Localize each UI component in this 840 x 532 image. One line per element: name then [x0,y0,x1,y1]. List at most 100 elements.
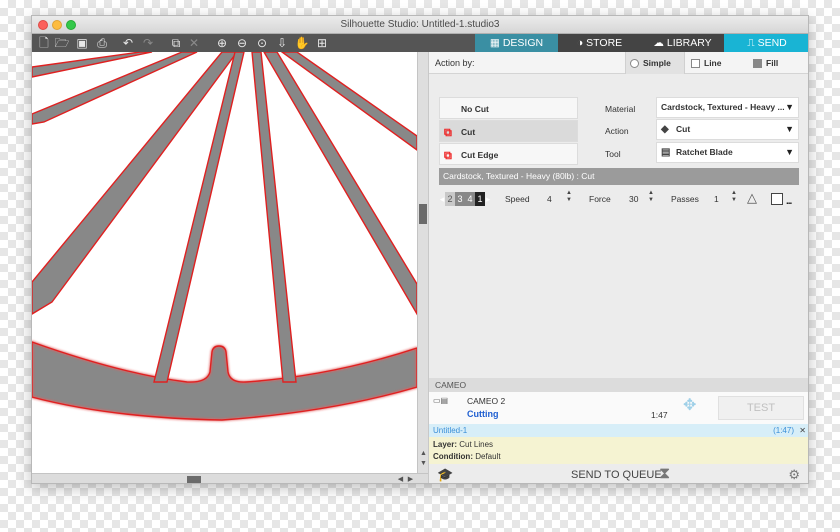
horizontal-scroll-thumb[interactable] [187,476,201,483]
redo-icon[interactable]: ↷ [140,35,156,51]
add-page-icon[interactable]: ⊞ [314,35,330,51]
device-section-header: CAMEO [429,378,808,392]
cut-settings-row: ◂ 2 3 4 1 ▸ Speed 4 ▲ ▼ Force 30 ▲ ▼ Passes 1 ▲… [439,190,801,210]
cloud-icon: ☁ [653,37,664,49]
ratchet-blade-icon: ▤ [661,147,671,158]
job-condition-value: Default [475,452,501,461]
cut-option-no-cut[interactable]: No Cut [439,97,578,119]
new-icon[interactable]: 🗋 [36,35,52,51]
material-select[interactable]: Cardstock, Textured - Heavy ... ▼ [656,97,799,118]
force-stepper-icon[interactable]: ▲ ▼ [648,190,654,204]
gear-icon[interactable]: ⚙ [788,467,800,483]
move-arrows-icon[interactable]: ✥ [683,395,696,415]
dropdown-arrow-icon: ▼ [785,102,794,112]
hand-icon[interactable]: ✋ [294,35,310,51]
cut-edge-icon: ⧉ [444,149,452,162]
job-condition: Condition: Default [433,451,808,463]
color-swatch-box[interactable] [771,193,783,205]
send-to-queue-button[interactable]: SEND TO QUEUE [571,469,662,481]
job-layer-value: Cut Lines [459,440,494,449]
tab-send[interactable]: ⎍ SEND [724,34,808,52]
material-value: Cardstock, Textured - Heavy ... [661,102,785,112]
tab-design[interactable]: ▦ DESIGN [475,34,558,52]
seq-item: 3 [455,192,465,206]
mode-fill-label: Fill [766,58,779,68]
tab-send-label: SEND [757,37,787,49]
speed-value[interactable]: 4 [547,194,552,204]
job-time: (1:47) [773,426,794,435]
mode-simple-tab[interactable]: Simple [625,52,685,74]
device-time: 1:47 [651,410,668,420]
send-panel: Action by: Simple Line Fill No Cut ⧉ Cut … [428,52,808,483]
action-label: Action [605,126,629,136]
dropdown-arrow-icon: ▼ [785,147,794,157]
tab-store-label: STORE [586,37,623,49]
save-icon[interactable]: ▣ [74,35,90,51]
zoom-in-icon[interactable]: ⊕ [214,35,230,51]
action-by-label: Action by: [435,58,475,68]
tab-store[interactable]: ◑ STORE [558,34,641,52]
pan-down-icon[interactable]: ⇩ [274,35,290,51]
material-summary-bar: Cardstock, Textured - Heavy (80lb) : Cut [439,168,799,185]
open-icon[interactable]: 🗁 [54,35,70,51]
cut-shapes [32,52,417,473]
mode-line-label: Line [704,58,722,68]
mode-line-tab[interactable]: Line [689,52,749,74]
cut-design-artwork [32,52,417,473]
cut-icon: ⧉ [444,126,452,139]
material-label: Material [605,104,636,114]
tool-value: Ratchet Blade [676,147,733,157]
grid-icon: ▦ [489,37,500,49]
job-layer: Layer: Cut Lines [433,439,808,451]
vertical-scroll-thumb[interactable] [419,204,427,224]
passes-stepper-icon[interactable]: ▲ ▼ [731,190,737,204]
seq-item: 2 [445,192,455,206]
job-close-icon[interactable]: ✕ [799,424,806,437]
cameo-device-icon: ▭▤ [433,396,449,405]
force-value[interactable]: 30 [629,194,638,204]
graduation-cap-icon[interactable]: 🎓 [437,467,453,483]
undo-icon[interactable]: ↶ [120,35,136,51]
ungroup-icon[interactable]: ✕ [186,35,202,51]
action-select[interactable]: ◆ Cut ▼ [656,119,799,140]
group-icon[interactable]: ⧉ [168,35,184,51]
cut-options-list: No Cut ⧉ Cut ⧉ Cut Edge [439,97,578,166]
device-status: Cutting [467,409,499,419]
blade-sequence[interactable]: ◂ 2 3 4 1 ▸ [439,192,491,206]
horizontal-scrollbar[interactable]: ◀ ▶ [32,473,428,483]
cut-option-cut-edge[interactable]: ⧉ Cut Edge [439,143,578,165]
mode-fill-tab[interactable]: Fill [751,52,808,74]
passes-value[interactable]: 1 [714,194,719,204]
scroll-right-arrow-icon[interactable]: ▶ [406,475,415,483]
cut-option-label: No Cut [461,104,489,114]
force-label: Force [589,194,611,204]
zoom-out-icon[interactable]: ⊖ [234,35,250,51]
test-button[interactable]: TEST [718,396,804,420]
tab-library[interactable]: ☁ LIBRARY [641,34,724,52]
cut-option-cut[interactable]: ⧉ Cut [439,120,578,142]
design-canvas[interactable] [32,52,417,473]
blade-icon: ◆ [661,124,669,135]
triangle-tool-icon[interactable]: △ [747,190,757,206]
device-row[interactable]: ▭▤ CAMEO 2 Cutting 1:47 ✥ TEST [429,392,808,424]
scroll-up-arrow-icon[interactable]: ▲ [419,450,428,457]
zoom-fit-icon[interactable]: ⊙ [254,35,270,51]
job-layer-label: Layer: [433,440,458,449]
toolbar: 🗋 🗁 ▣ ⎙ ↶ ↷ ⧉ ✕ ⊕ ⊖ ⊙ ⇩ ✋ ⊞ ▦ DESIGN ◑ STO… [32,34,808,52]
print-icon[interactable]: ⎙ [94,35,110,51]
vertical-scrollbar[interactable]: ▲ ▼ [417,52,428,473]
scroll-left-arrow-icon[interactable]: ◀ [396,475,405,483]
tool-label: Tool [605,149,621,159]
app-window: Silhouette Studio: Untitled-1.studio3 🗋 … [31,15,809,484]
queue-icon[interactable]: ⧗ [659,465,670,483]
job-condition-label: Condition: [433,452,473,461]
job-header: Untitled-1 (1:47) ✕ [429,424,808,437]
more-options-icon[interactable]: ... [786,196,792,207]
store-icon: ◑ [576,37,584,49]
tool-select[interactable]: ▤ Ratchet Blade ▼ [656,142,799,163]
speed-stepper-icon[interactable]: ▲ ▼ [566,190,572,204]
cut-option-label: Cut Edge [461,150,499,160]
tab-design-label: DESIGN [502,37,544,49]
scroll-down-arrow-icon[interactable]: ▼ [419,460,428,467]
seq-right-arrow-icon[interactable]: ▸ [485,192,491,206]
